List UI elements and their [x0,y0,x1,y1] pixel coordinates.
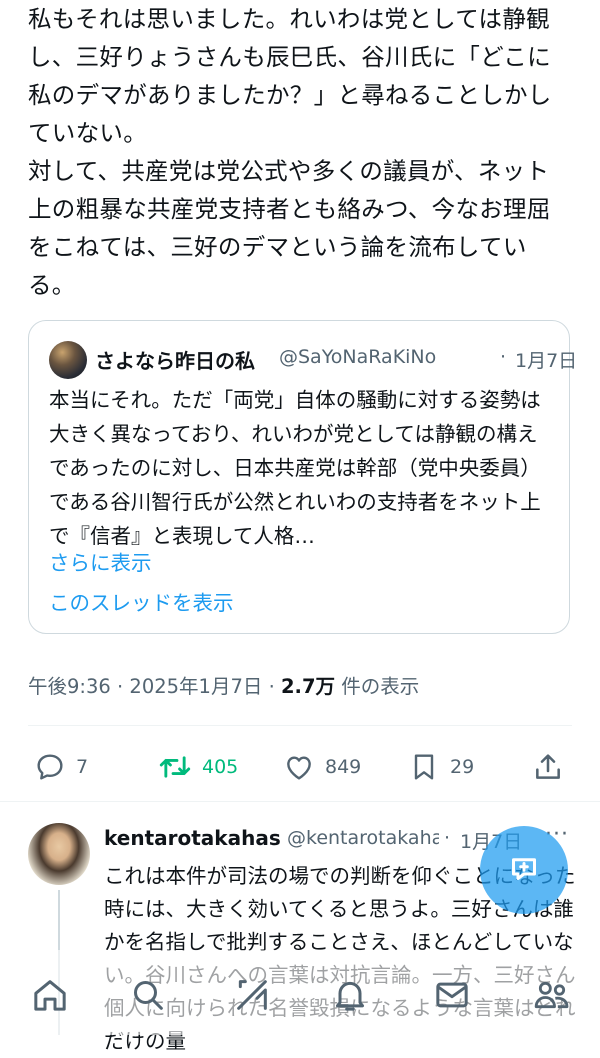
tab-communities[interactable] [532,975,572,1015]
divider [0,801,600,802]
separator-dot: · [444,827,451,849]
show-thread-link[interactable]: このスレッドを表示 [49,586,234,616]
bookmark-icon [408,751,440,783]
bottom-tab-bar [0,950,600,1035]
view-count-label: 件の表示 [341,675,420,698]
compose-icon [506,850,542,890]
tab-messages[interactable] [432,975,472,1015]
bookmark-count: 29 [450,756,475,778]
quoted-tweet-date: 1月7日 [515,350,578,372]
notifications-icon [330,975,370,1015]
tweet-time: 午後9:36 [28,675,111,698]
reply-author-name[interactable]: kentarotakahashi [104,826,280,850]
tab-notifications[interactable] [330,975,370,1015]
home-icon [30,975,70,1015]
repost-arrows-icon [158,751,192,783]
tab-home[interactable] [30,975,70,1015]
bookmark-button[interactable]: 29 [408,747,474,787]
reply-button[interactable]: 7 [34,747,88,787]
view-count[interactable]: 2.7万 [281,675,335,698]
divider [28,725,572,726]
repost-count: 405 [202,756,239,778]
show-more-link[interactable]: さらに表示 [49,546,152,576]
compose-button[interactable] [480,826,568,914]
tab-search[interactable] [128,975,168,1015]
tab-grok[interactable] [232,975,272,1015]
reply-count: 7 [76,756,89,778]
quoted-author-avatar[interactable] [49,341,87,379]
speech-bubble-icon [34,751,66,783]
separator-dot: · [500,346,507,368]
quoted-tweet-card[interactable]: さよなら昨日の私 @SaYoNaRaKiNo · 1月7日 本当にそれ。ただ「両… [28,320,577,634]
tweet-meta: 午後9:36 · 2025年1月7日 · 2.7万 件の表示 [28,670,419,699]
repost-button[interactable]: 405 [158,747,238,787]
messages-icon [432,975,472,1015]
reply-author-handle: @kentarotakahashi [287,827,439,849]
quoted-author-name[interactable]: さよなら昨日の私 [95,345,255,374]
communities-icon [532,975,572,1015]
grok-icon [232,975,272,1015]
separator-dot: · [268,675,275,698]
share-icon [532,751,564,783]
tweet-date: 2025年1月7日 [129,675,263,698]
like-count: 849 [325,756,362,778]
share-button[interactable] [532,747,564,787]
separator-dot: · [117,675,124,698]
post-text: 私もそれは思いました。れいわは党としては静観し、三好りょうさんも辰巳氏、谷川氏に… [28,5,552,299]
quoted-author-handle: @SaYoNaRaKiNo [279,346,437,368]
search-icon [128,975,168,1015]
like-button[interactable]: 849 [283,747,361,787]
quoted-tweet-text: 本当にそれ。ただ「両党」自体の騒動に対する姿勢は大きく異なっており、れいわが党と… [49,388,541,548]
heart-icon [283,751,315,783]
reply-author-avatar[interactable] [28,823,90,885]
